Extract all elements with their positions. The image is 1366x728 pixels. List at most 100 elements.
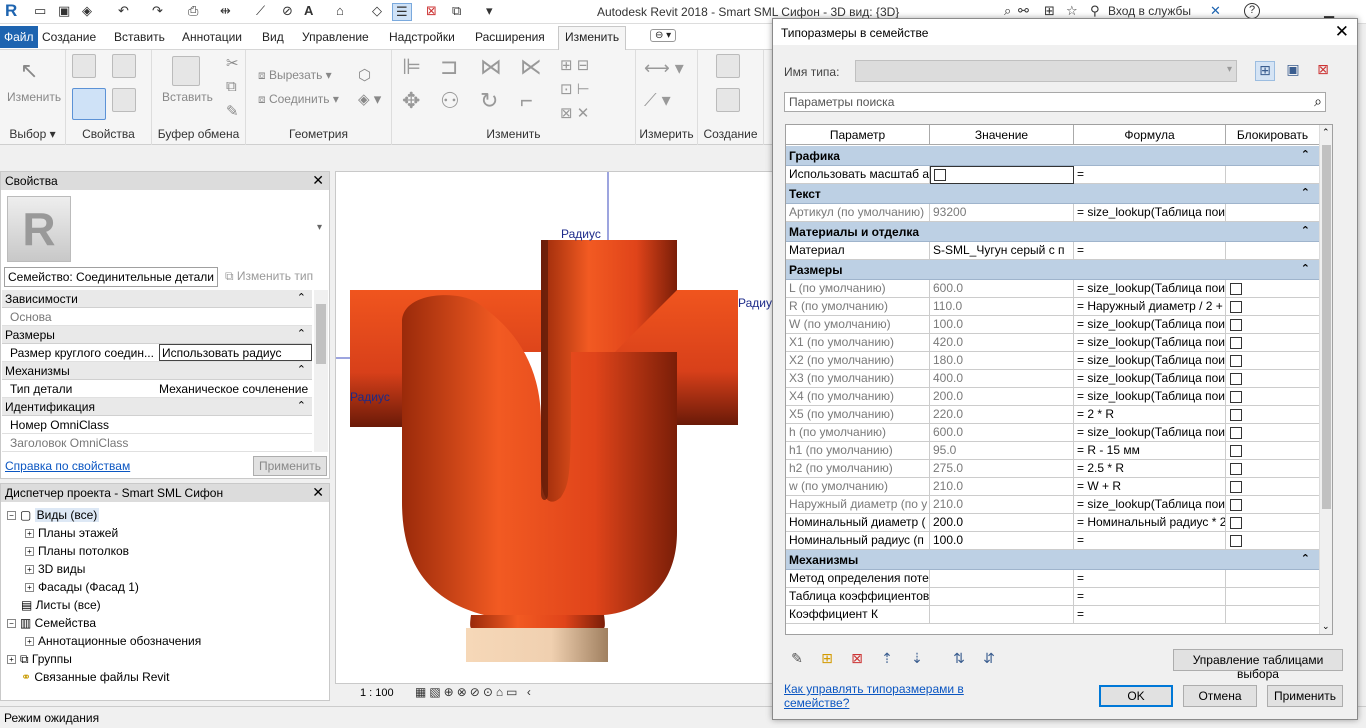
param-value[interactable]: 600.0 bbox=[930, 424, 1074, 442]
collapse-icon[interactable]: ⌃ bbox=[1301, 262, 1310, 275]
tab-addins[interactable]: Надстройки bbox=[389, 30, 455, 44]
tab-file[interactable]: Файл bbox=[0, 26, 38, 48]
join-geometry-button[interactable]: ⧈ Соединить ▾ bbox=[258, 92, 339, 107]
tab-create[interactable]: Создание bbox=[42, 30, 96, 44]
collapse-icon[interactable]: ⌃ bbox=[297, 291, 306, 304]
dimension-icon[interactable]: ⟋ bbox=[256, 3, 265, 19]
tree-item-families[interactable]: − ▥ Семейства bbox=[7, 616, 96, 630]
param-row[interactable]: X2 (по умолчанию) 180.0 = size_lookup(Табл… bbox=[786, 352, 1320, 370]
mirror-draw-icon[interactable]: ⋉ bbox=[520, 54, 542, 80]
prop-value-input[interactable]: Использовать радиус bbox=[159, 344, 312, 361]
view-scale[interactable]: 1 : 100 bbox=[360, 687, 394, 699]
save-icon[interactable]: ▣ bbox=[58, 3, 70, 19]
tab-view[interactable]: Вид bbox=[262, 30, 284, 44]
3d-view-icon[interactable]: ⌂ bbox=[336, 3, 344, 18]
param-value[interactable]: S-SML_Чугун серый с п bbox=[930, 242, 1074, 260]
param-formula[interactable]: = size_lookup(Таблица пои bbox=[1074, 496, 1226, 514]
edit-type-button[interactable]: ⧉ Изменить тип bbox=[225, 269, 313, 284]
tree-item-sheets[interactable]: ▤ Листы (все) bbox=[21, 598, 101, 612]
expand-toggle-icon[interactable]: + bbox=[25, 637, 34, 647]
param-value[interactable]: 95.0 bbox=[930, 442, 1074, 460]
cursor-icon[interactable]: ↖ bbox=[20, 58, 44, 83]
collapse-icon[interactable]: ⌃ bbox=[1301, 552, 1310, 565]
param-row[interactable]: Материал S-SML_Чугун серый с п = bbox=[786, 242, 1320, 260]
param-lock-cell[interactable] bbox=[1226, 496, 1320, 514]
param-lock-cell[interactable] bbox=[1226, 242, 1320, 260]
search-icon[interactable]: ⌕ bbox=[1314, 93, 1322, 110]
column-header-lock[interactable]: Блокировать bbox=[1226, 125, 1320, 145]
properties-icon[interactable] bbox=[72, 88, 106, 120]
param-group-header[interactable]: Графика ⌃ bbox=[786, 146, 1320, 166]
tab-insert[interactable]: Вставить bbox=[114, 30, 165, 44]
close-hidden-icon[interactable]: ⊠ bbox=[426, 3, 437, 19]
category-icon[interactable] bbox=[112, 88, 136, 112]
param-formula[interactable]: = size_lookup(Таблица пои bbox=[1074, 334, 1226, 352]
param-row[interactable]: X4 (по умолчанию) 200.0 = size_lookup(Табл… bbox=[786, 388, 1320, 406]
param-lock-cell[interactable] bbox=[1226, 316, 1320, 334]
move-up-icon[interactable]: ⇡ bbox=[877, 650, 897, 670]
cut-geometry-button[interactable]: ⧈ Вырезать ▾ bbox=[258, 68, 332, 83]
lock-checkbox[interactable] bbox=[1230, 481, 1242, 493]
param-formula[interactable]: = bbox=[1074, 166, 1226, 184]
align-icon[interactable]: ⊫ bbox=[402, 54, 421, 80]
dimension-tool-icon[interactable]: ⟋ ▾ bbox=[644, 90, 671, 111]
param-row[interactable]: Таблица коэффициентов = bbox=[786, 588, 1320, 606]
param-lock-cell[interactable] bbox=[1226, 460, 1320, 478]
redo-icon[interactable]: ↷ bbox=[152, 3, 163, 19]
param-formula[interactable]: = R - 15 мм bbox=[1074, 442, 1226, 460]
binoculars-icon[interactable]: ⚯ bbox=[1018, 3, 1029, 19]
search-input[interactable]: Параметры поиска ⌕ bbox=[784, 92, 1326, 112]
collapse-icon[interactable]: ⌃ bbox=[297, 399, 306, 412]
tag-icon[interactable]: ⊘ bbox=[282, 3, 293, 19]
properties-scrollbar[interactable] bbox=[314, 290, 328, 452]
param-formula[interactable]: = size_lookup(Таблица пои bbox=[1074, 424, 1226, 442]
expand-toggle-icon[interactable]: + bbox=[25, 547, 34, 557]
column-header-parameter[interactable]: Параметр bbox=[786, 125, 930, 145]
param-formula[interactable]: = bbox=[1074, 606, 1226, 624]
param-value[interactable]: 400.0 bbox=[930, 370, 1074, 388]
undo-icon[interactable]: ↶ bbox=[118, 3, 129, 19]
search-help-icon[interactable]: ⌕ bbox=[1004, 3, 1011, 19]
type-selector-chevron-icon[interactable]: ▾ bbox=[317, 222, 322, 233]
param-lock-cell[interactable] bbox=[1226, 370, 1320, 388]
param-formula[interactable]: = 2 * R bbox=[1074, 406, 1226, 424]
param-value[interactable]: 210.0 bbox=[930, 478, 1074, 496]
param-value[interactable]: 420.0 bbox=[930, 334, 1074, 352]
collapse-icon[interactable]: ⌃ bbox=[1301, 148, 1310, 161]
select-dropdown[interactable]: Выбор ▾ bbox=[0, 127, 65, 141]
tree-item-floor-plans[interactable]: + Планы этажей bbox=[25, 526, 118, 540]
param-lock-cell[interactable] bbox=[1226, 532, 1320, 550]
family-types-icon[interactable] bbox=[112, 54, 136, 78]
param-formula[interactable]: = size_lookup(Таблица пои bbox=[1074, 316, 1226, 334]
cancel-button[interactable]: Отмена bbox=[1183, 685, 1257, 707]
customize-icon[interactable]: ▾ bbox=[486, 3, 493, 19]
param-value[interactable]: 220.0 bbox=[930, 406, 1074, 424]
param-lock-cell[interactable] bbox=[1226, 478, 1320, 496]
param-lock-cell[interactable] bbox=[1226, 570, 1320, 588]
lock-checkbox[interactable] bbox=[1230, 517, 1242, 529]
exchange-icon[interactable]: ✕ bbox=[1210, 3, 1221, 19]
help-button[interactable]: ? bbox=[1244, 3, 1260, 19]
properties-apply-button[interactable]: Применить bbox=[253, 456, 327, 476]
radius-label[interactable]: Радиус bbox=[561, 227, 601, 241]
tab-extensions[interactable]: Расширения bbox=[475, 30, 545, 44]
param-formula[interactable]: = size_lookup(Таблица пои bbox=[1074, 352, 1226, 370]
prop-section-mechanical[interactable]: Механизмы ⌃ bbox=[2, 362, 312, 380]
open-icon[interactable]: ▭ bbox=[34, 3, 46, 19]
tree-item-revit-links[interactable]: ⚭ Связанные файлы Revit bbox=[21, 670, 169, 684]
column-header-value[interactable]: Значение bbox=[930, 125, 1074, 145]
lock-checkbox[interactable] bbox=[1230, 445, 1242, 457]
param-value[interactable]: 200.0 bbox=[930, 514, 1074, 532]
tab-manage[interactable]: Управление bbox=[302, 30, 369, 44]
expand-toggle-icon[interactable]: + bbox=[25, 583, 34, 593]
wall-joins-icon[interactable]: ⬡ bbox=[358, 66, 371, 84]
properties-close-button[interactable]: ✕ bbox=[312, 172, 324, 189]
param-value[interactable]: 100.0 bbox=[930, 532, 1074, 550]
prop-section-dimensions[interactable]: Размеры ⌃ bbox=[2, 326, 312, 344]
tree-item-3d-views[interactable]: +3D виды bbox=[25, 562, 85, 576]
param-lock-cell[interactable] bbox=[1226, 166, 1320, 184]
paste-button[interactable]: Вставить bbox=[162, 90, 213, 104]
param-lock-cell[interactable] bbox=[1226, 204, 1320, 222]
section-icon[interactable]: ◇ bbox=[372, 3, 382, 19]
param-row[interactable]: w (по умолчанию) 210.0 = W + R bbox=[786, 478, 1320, 496]
